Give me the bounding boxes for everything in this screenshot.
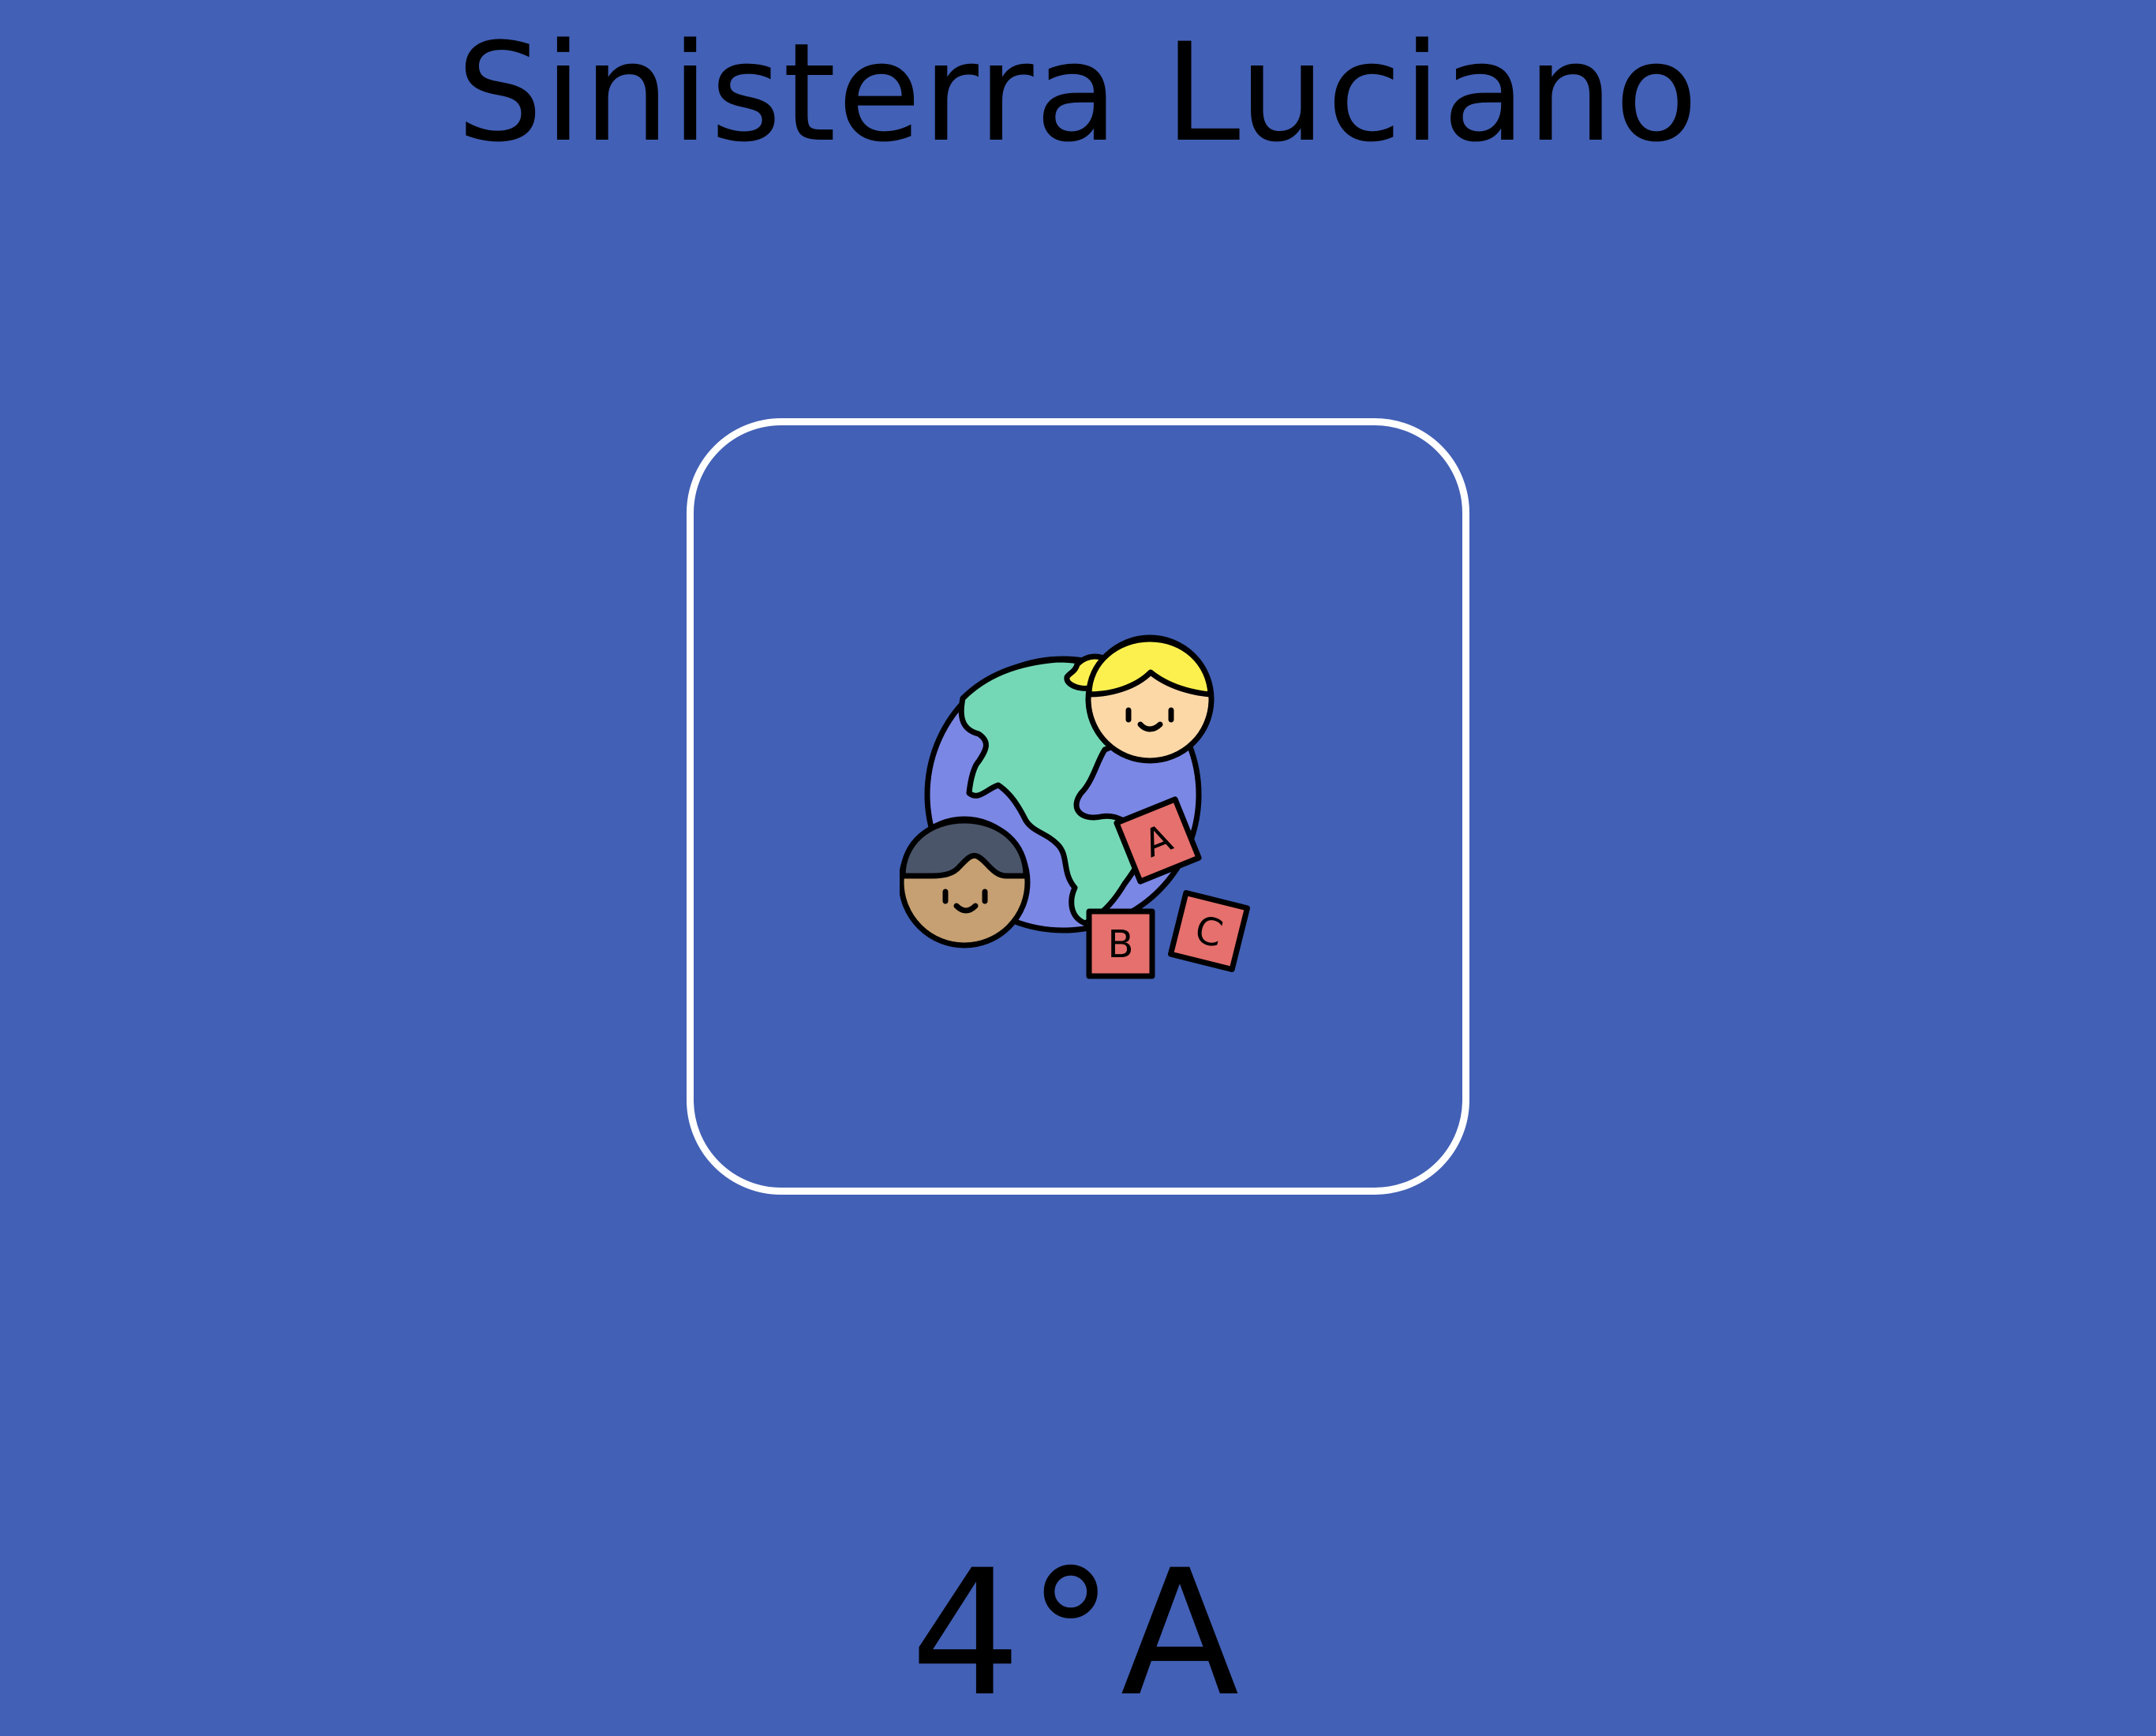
kids-world-abc-blocks-icon: A C B bbox=[900, 634, 1250, 979]
class-label: 4°A bbox=[910, 1532, 1246, 1734]
block-b-label: B bbox=[1108, 922, 1134, 967]
page-title: Sinisterra Luciano bbox=[456, 13, 1700, 172]
